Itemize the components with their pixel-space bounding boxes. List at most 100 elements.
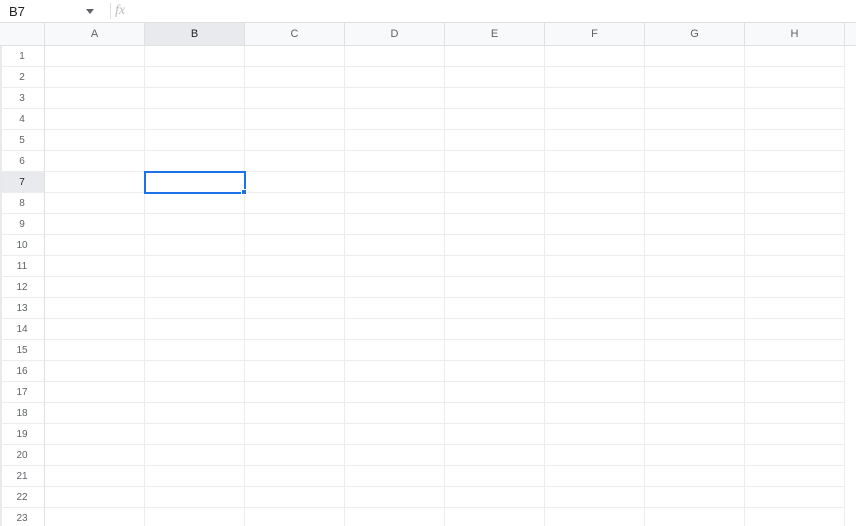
cell[interactable] (45, 67, 145, 88)
row-header[interactable]: 2 (0, 67, 45, 88)
cell[interactable] (245, 340, 345, 361)
cell[interactable] (145, 88, 245, 109)
cell[interactable] (145, 508, 245, 526)
cell[interactable] (445, 319, 545, 340)
cell[interactable] (245, 445, 345, 466)
cell[interactable] (45, 151, 145, 172)
cell[interactable] (545, 67, 645, 88)
cell[interactable] (645, 67, 745, 88)
cell[interactable] (145, 298, 245, 319)
cell[interactable] (145, 403, 245, 424)
cell[interactable] (145, 319, 245, 340)
row-header[interactable]: 7 (0, 172, 45, 193)
row-header[interactable]: 1 (0, 46, 45, 67)
cell[interactable] (545, 172, 645, 193)
column-header[interactable]: G (645, 23, 745, 45)
row-header[interactable]: 8 (0, 193, 45, 214)
cell[interactable] (445, 424, 545, 445)
cell[interactable] (345, 235, 445, 256)
cell[interactable] (645, 361, 745, 382)
cell[interactable] (245, 46, 345, 67)
cell[interactable] (545, 298, 645, 319)
cell[interactable] (445, 403, 545, 424)
cell[interactable] (545, 151, 645, 172)
cell[interactable] (645, 256, 745, 277)
cell[interactable] (345, 445, 445, 466)
cell[interactable] (745, 298, 845, 319)
cell[interactable] (145, 466, 245, 487)
cell[interactable] (545, 403, 645, 424)
cell[interactable] (245, 214, 345, 235)
cell[interactable] (645, 508, 745, 526)
row-header[interactable]: 16 (0, 361, 45, 382)
cell[interactable] (245, 361, 345, 382)
cell[interactable] (745, 340, 845, 361)
cell[interactable] (745, 235, 845, 256)
cell[interactable] (345, 172, 445, 193)
cell[interactable] (745, 424, 845, 445)
cell[interactable] (45, 340, 145, 361)
cell[interactable] (645, 130, 745, 151)
cell[interactable] (445, 277, 545, 298)
cell[interactable] (445, 46, 545, 67)
cell[interactable] (245, 277, 345, 298)
row-header[interactable]: 3 (0, 88, 45, 109)
cell[interactable] (745, 466, 845, 487)
cell[interactable] (745, 256, 845, 277)
row-header[interactable]: 9 (0, 214, 45, 235)
cell[interactable] (645, 88, 745, 109)
cell[interactable] (645, 424, 745, 445)
cell[interactable] (745, 319, 845, 340)
cell[interactable] (745, 46, 845, 67)
cell[interactable] (145, 256, 245, 277)
row-header[interactable]: 4 (0, 109, 45, 130)
row-header[interactable]: 15 (0, 340, 45, 361)
cell[interactable] (45, 277, 145, 298)
cell[interactable] (45, 361, 145, 382)
name-box[interactable]: B7 (0, 0, 78, 22)
cell[interactable] (345, 319, 445, 340)
column-header[interactable]: D (345, 23, 445, 45)
cell[interactable] (745, 214, 845, 235)
column-header[interactable]: H (745, 23, 845, 45)
cell[interactable] (245, 319, 345, 340)
column-header[interactable]: B (145, 23, 245, 45)
cell[interactable] (545, 466, 645, 487)
cell[interactable] (45, 445, 145, 466)
cell[interactable] (545, 382, 645, 403)
cell[interactable] (45, 235, 145, 256)
cell[interactable] (45, 46, 145, 67)
row-header[interactable]: 18 (0, 403, 45, 424)
cell[interactable] (45, 403, 145, 424)
cell[interactable] (545, 361, 645, 382)
row-header[interactable]: 14 (0, 319, 45, 340)
cell[interactable] (345, 487, 445, 508)
cell[interactable] (345, 466, 445, 487)
cell[interactable] (245, 424, 345, 445)
row-header[interactable]: 11 (0, 256, 45, 277)
selection-fill-handle[interactable] (241, 189, 247, 195)
cell[interactable] (645, 277, 745, 298)
cell[interactable] (45, 256, 145, 277)
cell[interactable] (45, 214, 145, 235)
cell[interactable] (145, 46, 245, 67)
cell[interactable] (545, 214, 645, 235)
cell[interactable] (445, 508, 545, 526)
cell[interactable] (545, 256, 645, 277)
cell[interactable] (645, 445, 745, 466)
cell[interactable] (645, 466, 745, 487)
cell[interactable] (145, 151, 245, 172)
cell[interactable] (445, 214, 545, 235)
select-all-corner[interactable] (0, 23, 45, 45)
cell[interactable] (245, 466, 345, 487)
cell[interactable] (745, 361, 845, 382)
cell[interactable] (145, 235, 245, 256)
cell[interactable] (545, 193, 645, 214)
cell[interactable] (445, 67, 545, 88)
column-header[interactable]: E (445, 23, 545, 45)
cell[interactable] (445, 109, 545, 130)
cell[interactable] (545, 445, 645, 466)
cell[interactable] (145, 340, 245, 361)
cell[interactable] (45, 172, 145, 193)
cell[interactable] (645, 46, 745, 67)
